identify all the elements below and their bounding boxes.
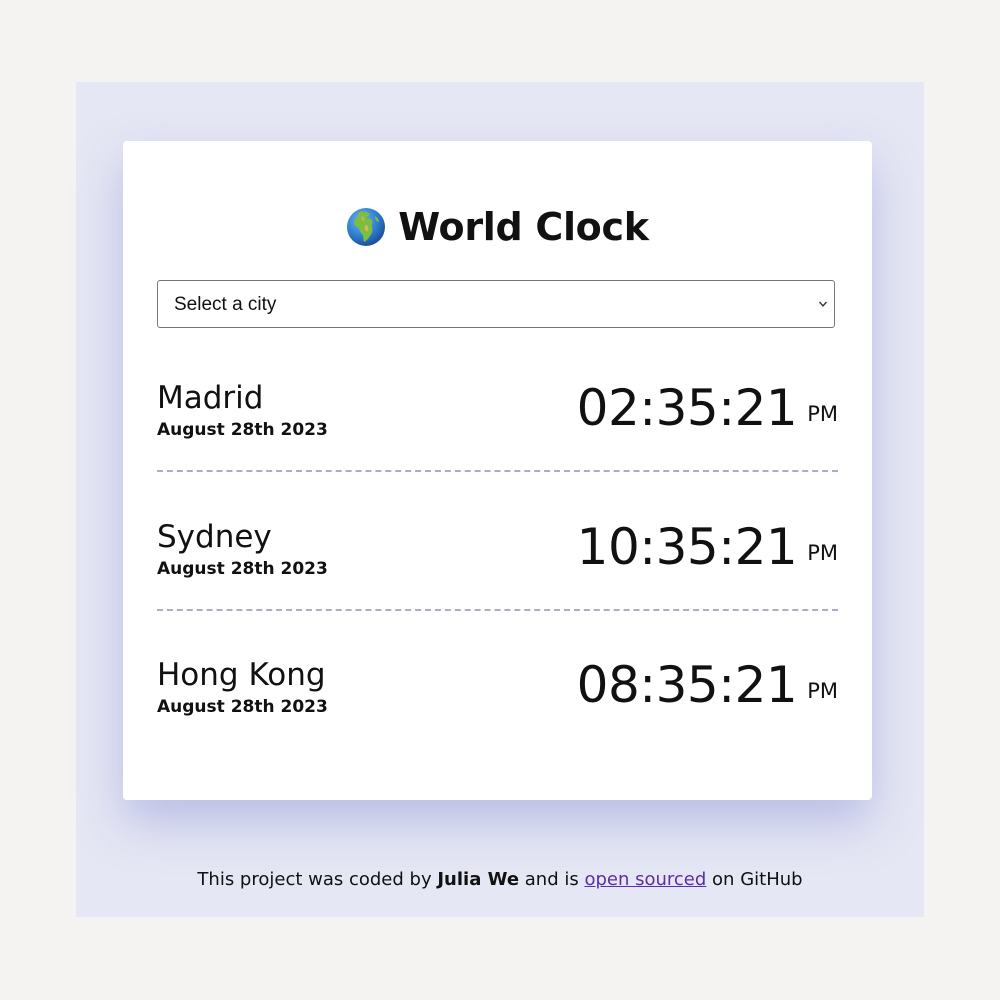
time-value: 08:35:21 [576,656,798,714]
footer-suffix: on GitHub [712,869,803,890]
world-clock-card: World Clock Select a city Madrid August … [123,141,872,800]
globe-icon [347,207,386,246]
footer-credits: This project was coded by Julia We and i… [76,868,924,892]
city-name: Madrid [157,380,264,416]
footer-prefix: This project was coded by [197,869,432,890]
city-select-value: Select a city [174,294,277,315]
city-row-sydney: Sydney August 28th 2023 10:35:21 PM [157,517,838,611]
city-name: Hong Kong [157,657,326,693]
city-date: August 28th 2023 [157,697,328,717]
city-row-hong-kong: Hong Kong August 28th 2023 08:35:21 PM [157,655,838,747]
city-date: August 28th 2023 [157,559,328,579]
chevron-down-icon [818,301,828,307]
city-date: August 28th 2023 [157,420,328,440]
city-time: 02:35:21 PM [577,378,838,438]
time-ampm: PM [807,541,838,565]
footer-author: Julia We [437,869,520,890]
app-title-text: World Clock [398,205,649,249]
city-time: 08:35:21 PM [577,655,838,715]
time-value: 02:35:21 [576,379,798,437]
open-source-link[interactable]: open sourced [584,869,706,890]
time-ampm: PM [807,679,838,703]
city-name: Sydney [157,519,272,555]
page-title: World Clock [123,203,872,251]
city-time: 10:35:21 PM [577,517,838,577]
footer-middle: and is [524,869,579,890]
city-select[interactable]: Select a city [157,280,835,328]
time-ampm: PM [807,402,838,426]
time-value: 10:35:21 [576,518,798,576]
city-row-madrid: Madrid August 28th 2023 02:35:21 PM [157,378,838,472]
